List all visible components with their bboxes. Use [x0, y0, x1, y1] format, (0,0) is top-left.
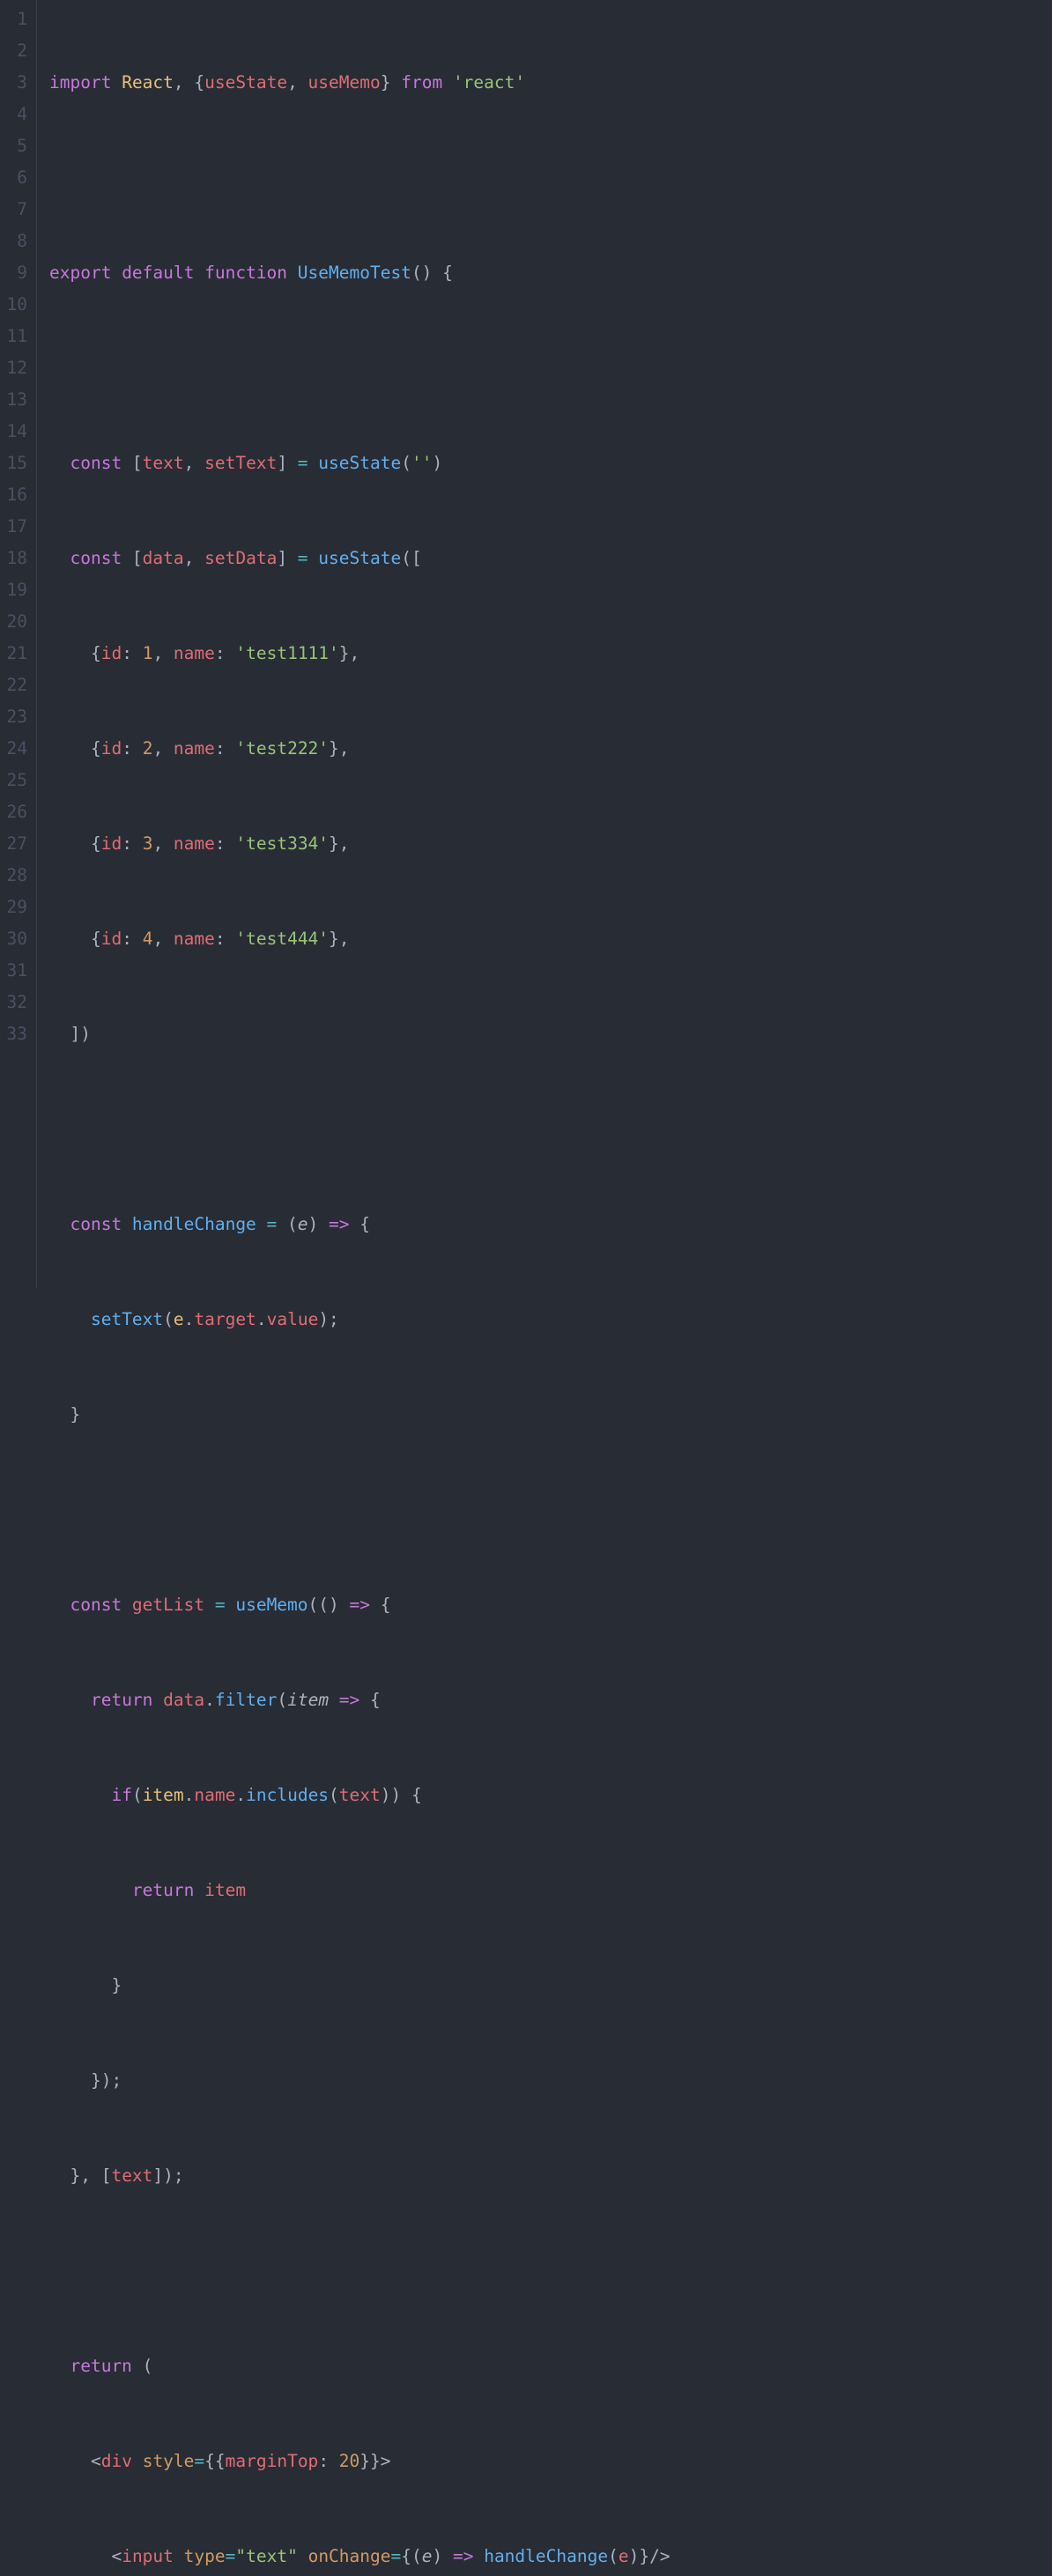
line-number: 10: [4, 289, 27, 321]
line-number: 23: [4, 701, 27, 733]
line-number: 7: [4, 194, 27, 226]
line-number: 11: [4, 321, 27, 352]
code-line: }, [text]);: [49, 2160, 722, 2192]
code-line: return data.filter(item => {: [49, 1684, 722, 1716]
code-line: <div style={{marginTop: 20}}>: [49, 2446, 722, 2477]
line-number: 13: [4, 384, 27, 416]
code-editor: 1 2 3 4 5 6 7 8 9 10 11 12 13 14 15 16 1…: [0, 0, 1052, 1288]
code-line: const [text, setText] = useState(''): [49, 448, 722, 479]
code-line: export default function UseMemoTest() {: [49, 257, 722, 289]
line-number: 28: [4, 860, 27, 892]
line-number: 8: [4, 226, 27, 257]
line-number: 17: [4, 511, 27, 543]
code-line: const [data, setData] = useState([: [49, 543, 722, 574]
line-number: 12: [4, 352, 27, 384]
line-number: 21: [4, 638, 27, 670]
code-line: [49, 1494, 722, 1526]
line-number: 27: [4, 828, 27, 860]
line-number: 3: [4, 67, 27, 99]
code-line: {id: 2, name: 'test222'},: [49, 733, 722, 765]
code-line: [49, 1114, 722, 1145]
code-line: [49, 2255, 722, 2287]
code-line: const handleChange = (e) => {: [49, 1209, 722, 1240]
code-line: import React, {useState, useMemo} from '…: [49, 67, 722, 99]
line-number: 1: [4, 4, 27, 35]
code-line: setText(e.target.value);: [49, 1304, 722, 1336]
code-line: });: [49, 2065, 722, 2097]
code-line: [49, 352, 722, 384]
line-number: 9: [4, 257, 27, 289]
line-number: 30: [4, 923, 27, 955]
code-line: return (: [49, 2350, 722, 2382]
line-number: 31: [4, 955, 27, 987]
line-number: 18: [4, 543, 27, 574]
line-number: 16: [4, 479, 27, 511]
code-line: if(item.name.includes(text)) {: [49, 1780, 722, 1811]
line-number: 33: [4, 1018, 27, 1050]
line-number: 25: [4, 765, 27, 796]
line-number: 26: [4, 796, 27, 828]
line-number-gutter: 1 2 3 4 5 6 7 8 9 10 11 12 13 14 15 16 1…: [0, 0, 37, 1288]
line-number: 14: [4, 416, 27, 448]
code-line: }: [49, 1970, 722, 2002]
line-number: 2: [4, 35, 27, 67]
line-number: 6: [4, 162, 27, 194]
line-number: 20: [4, 606, 27, 638]
line-number: 22: [4, 670, 27, 701]
line-number: 4: [4, 99, 27, 130]
code-line: {id: 1, name: 'test1111'},: [49, 638, 722, 670]
code-line: ]): [49, 1018, 722, 1050]
code-line: return item: [49, 1875, 722, 1906]
line-number: 5: [4, 130, 27, 162]
code-line: const getList = useMemo(() => {: [49, 1589, 722, 1621]
code-area[interactable]: import React, {useState, useMemo} from '…: [37, 0, 722, 1288]
line-number: 32: [4, 987, 27, 1018]
code-line: {id: 3, name: 'test334'},: [49, 828, 722, 860]
code-line: [49, 162, 722, 194]
line-number: 15: [4, 448, 27, 479]
line-number: 24: [4, 733, 27, 765]
line-number: 19: [4, 574, 27, 606]
code-line: {id: 4, name: 'test444'},: [49, 923, 722, 955]
line-number: 29: [4, 892, 27, 923]
code-line: <input type="text" onChange={(e) => hand…: [49, 2541, 722, 2572]
code-line: }: [49, 1399, 722, 1431]
